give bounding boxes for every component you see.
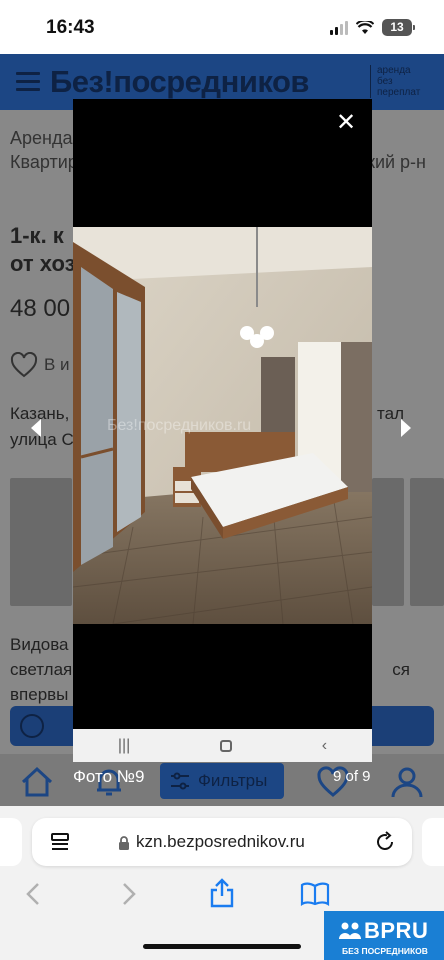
share-icon[interactable]	[208, 878, 236, 908]
bpru-tagline: БЕЗ ПОСРЕДНИКОВ	[342, 946, 428, 956]
photo-thumbnail[interactable]	[372, 478, 404, 606]
wifi-icon	[356, 20, 374, 34]
listing-title: 1-к. к от хоз	[10, 223, 76, 276]
next-photo-button[interactable]	[392, 414, 420, 446]
photo-viewer-modal: ✕ Без!посредников.ru ||| ‹	[73, 99, 372, 762]
profile-icon[interactable]	[390, 766, 424, 798]
status-time: 16:43	[46, 17, 95, 38]
status-bar: 16:43 13	[0, 0, 444, 54]
filters-button[interactable]: Фильтры	[160, 763, 284, 799]
page-menu-icon[interactable]	[50, 832, 70, 852]
android-navigation-bar: ||| ‹	[73, 729, 372, 762]
address-bar[interactable]: kzn.bezposrednikov.ru	[32, 818, 412, 866]
forward-icon[interactable]	[120, 882, 138, 906]
listing-price: 48 00	[10, 295, 71, 322]
site-logo[interactable]: Без!посредников	[50, 64, 309, 100]
photo-thumbnail[interactable]	[10, 478, 72, 606]
url-text: kzn.bezposrednikov.ru	[136, 832, 305, 851]
photo-thumbnail[interactable]	[410, 478, 444, 606]
android-back-icon: ‹	[321, 736, 328, 754]
bookmarks-icon[interactable]	[300, 882, 330, 906]
browser-toolbar: kzn.bezposrednikov.ru BPRU БЕЗ ПОСРЕДНИК…	[0, 806, 444, 960]
bpru-brand: BPRU	[364, 918, 429, 943]
previous-tab-peek[interactable]	[0, 818, 22, 866]
bpru-badge: BPRU БЕЗ ПОСРЕДНИКОВ	[324, 911, 444, 960]
breadcrumb-line-2: Квартир	[10, 152, 78, 172]
back-icon[interactable]	[24, 882, 42, 906]
favorite-label: В и	[44, 355, 70, 374]
battery-indicator: 13	[382, 19, 415, 36]
apartment-photo: Без!посредников.ru	[73, 227, 372, 624]
menu-icon[interactable]	[16, 72, 40, 96]
home-icon[interactable]	[20, 766, 54, 798]
status-icons: 13	[330, 19, 415, 36]
android-home-icon	[220, 739, 233, 752]
home-indicator	[143, 944, 301, 949]
cellular-signal-icon	[330, 20, 348, 35]
heart-icon	[10, 352, 38, 378]
watermark-text: Без!посредников.ru	[107, 417, 252, 434]
phone-icon	[20, 714, 44, 738]
previous-photo-button[interactable]	[22, 414, 50, 446]
people-logo-icon	[339, 922, 361, 939]
chevron-left-icon	[31, 419, 41, 437]
recent-apps-icon: |||	[117, 736, 131, 754]
breadcrumb-tail: кий р-н	[367, 152, 426, 172]
next-tab-peek[interactable]	[422, 818, 444, 866]
lock-icon	[119, 836, 129, 850]
favorite-button[interactable]: В и	[10, 352, 70, 378]
chevron-right-icon	[401, 419, 411, 437]
logo-tagline: аренда без переплат	[370, 65, 420, 98]
photo-label: Фото №9	[73, 767, 145, 786]
close-icon[interactable]: ✕	[334, 111, 358, 135]
filters-label: Фильтры	[198, 771, 268, 790]
photo-counter: 9 of 9	[333, 768, 371, 785]
filters-icon	[171, 772, 189, 790]
reload-icon[interactable]	[374, 831, 396, 853]
